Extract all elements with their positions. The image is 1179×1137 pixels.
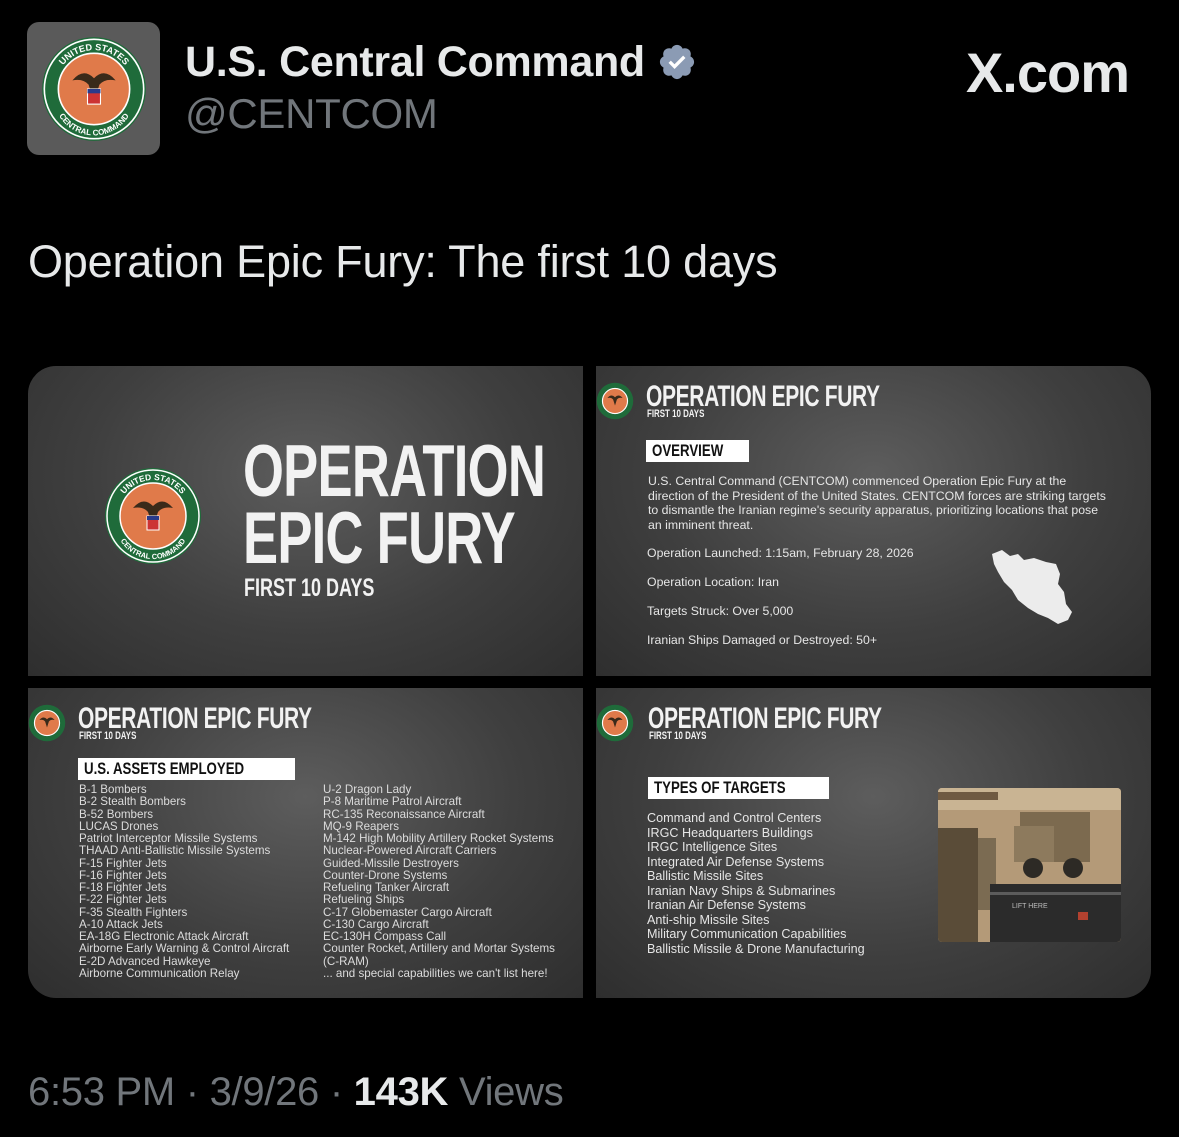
asset-item: Counter Rocket, Artillery and Mortar Sys…	[323, 942, 555, 956]
asset-item: Refueling Ships	[323, 893, 405, 907]
centcom-seal-logo: UNITED STATES CENTRAL COMMAND	[41, 36, 146, 141]
overview-body: U.S. Central Command (CENTCOM) commenced…	[648, 474, 1106, 532]
media-image-targets-slide[interactable]: OPERATION EPIC FURY FIRST 10 DAYS TYPES …	[596, 688, 1151, 998]
target-item: Iranian Air Defense Systems	[647, 898, 806, 912]
asset-item: Nuclear-Powered Aircraft Carriers	[323, 844, 497, 858]
photo-illustration: LIFT HERE	[938, 788, 1121, 942]
media-image-assets-slide[interactable]: OPERATION EPIC FURY FIRST 10 DAYS U.S. A…	[28, 688, 583, 998]
centcom-seal-small-icon	[596, 382, 634, 420]
target-item: Integrated Air Defense Systems	[647, 854, 825, 869]
media-grid: UNITED STATES CENTRAL COMMAND OPERATION …	[28, 366, 1151, 998]
iran-map-icon	[992, 550, 1072, 624]
asset-item: E-2D Advanced Hawkeye	[79, 954, 211, 968]
media-image-overview-slide[interactable]: OPERATION EPIC FURY FIRST 10 DAYS OVERVI…	[596, 366, 1151, 676]
assets-column-1: B-1 Bombers B-2 Stealth Bombers B-52 Bom…	[79, 783, 290, 980]
asset-item: F-35 Stealth Fighters	[79, 905, 188, 919]
stat-ships: Iranian Ships Damaged or Destroyed: 50+	[647, 633, 878, 647]
stat-targets: Targets Struck: Over 5,000	[647, 604, 794, 618]
overview-tag: OVERVIEW	[646, 440, 750, 462]
target-item: IRGC Intelligence Sites	[647, 840, 778, 854]
asset-item: Airborne Communication Relay	[79, 966, 240, 980]
author-avatar[interactable]: UNITED STATES CENTRAL COMMAND	[27, 22, 160, 155]
target-item: IRGC Headquarters Buildings	[647, 825, 813, 840]
author-name[interactable]: U.S. Central Command	[185, 38, 645, 87]
asset-item: B-2 Stealth Bombers	[79, 795, 186, 809]
target-item: Ballistic Missile & Drone Manufacturing	[647, 941, 865, 956]
target-item: Command and Control Centers	[647, 811, 822, 825]
slide-header-subtitle: FIRST 10 DAYS	[649, 730, 707, 742]
asset-item: THAAD Anti-Ballistic Missile Systems	[79, 844, 271, 858]
asset-item: B-52 Bombers	[79, 807, 154, 821]
stat-launched: Operation Launched: 1:15am, February 28,…	[647, 546, 914, 560]
asset-item: Guided-Missile Destroyers	[323, 856, 459, 870]
target-item: Military Communication Capabilities	[647, 927, 847, 941]
target-item: Anti-ship Missile Sites	[647, 912, 770, 927]
slide-header-subtitle: FIRST 10 DAYS	[647, 408, 705, 420]
slide-title-line1: OPERATION	[243, 431, 546, 512]
slide-title-line2: EPIC FURY	[243, 498, 516, 579]
centcom-seal-small-icon	[596, 704, 634, 742]
asset-item: Airborne Early Warning & Control Aircraf…	[79, 942, 290, 956]
views-count: 143K	[353, 1070, 449, 1114]
slide-subtitle: FIRST 10 DAYS	[244, 574, 375, 602]
x-logo-text: X.com	[965, 41, 1130, 104]
svg-text:LIFT HERE: LIFT HERE	[1012, 903, 1048, 910]
tweet-time[interactable]: 6:53 PM	[28, 1070, 175, 1114]
asset-item: RC-135 Reconaissance Aircraft	[323, 807, 485, 821]
target-item: Iranian Navy Ships & Submarines	[647, 883, 836, 898]
asset-item: ... and special capabilities we can't li…	[323, 966, 548, 980]
centcom-seal-logo: UNITED STATES CENTRAL COMMAND	[105, 468, 201, 564]
stat-location: Operation Location: Iran	[647, 575, 779, 589]
assets-column-2: U-2 Dragon Lady P-8 Maritime Patrol Airc…	[323, 783, 555, 980]
targets-tag: TYPES OF TARGETS	[648, 777, 829, 799]
asset-item: P-8 Maritime Patrol Aircraft	[323, 795, 462, 809]
meta-separator: ·	[185, 1070, 199, 1114]
centcom-seal-small-icon	[28, 704, 66, 742]
military-vehicle-photo: LIFT HERE	[938, 788, 1121, 942]
asset-item: F-22 Fighter Jets	[79, 893, 167, 907]
tweet-date[interactable]: 3/9/26	[210, 1070, 320, 1114]
verified-badge-icon[interactable]	[657, 42, 697, 82]
author-block: U.S. Central Command @CENTCOM	[185, 36, 697, 138]
slide-title: OPERATION EPIC FURY	[243, 431, 546, 579]
asset-item: (C-RAM)	[323, 954, 369, 968]
asset-item: F-15 Fighter Jets	[79, 856, 167, 870]
tweet-text: Operation Epic Fury: The first 10 days	[28, 236, 778, 287]
author-name-row[interactable]: U.S. Central Command	[185, 36, 697, 88]
tweet-meta: 6:53 PM · 3/9/26 · 143K Views	[28, 1070, 564, 1115]
author-handle[interactable]: @CENTCOM	[185, 90, 697, 138]
asset-item: C-17 Globemaster Cargo Aircraft	[323, 905, 492, 919]
targets-list: Command and Control Centers IRGC Headqua…	[647, 811, 865, 956]
media-image-title-slide[interactable]: UNITED STATES CENTRAL COMMAND OPERATION …	[28, 366, 583, 676]
views-label: Views	[458, 1070, 564, 1114]
assets-tag: U.S. ASSETS EMPLOYED	[78, 758, 296, 780]
slide-header-subtitle: FIRST 10 DAYS	[79, 730, 137, 742]
meta-separator: ·	[329, 1070, 343, 1114]
target-item: Ballistic Missile Sites	[647, 869, 764, 883]
